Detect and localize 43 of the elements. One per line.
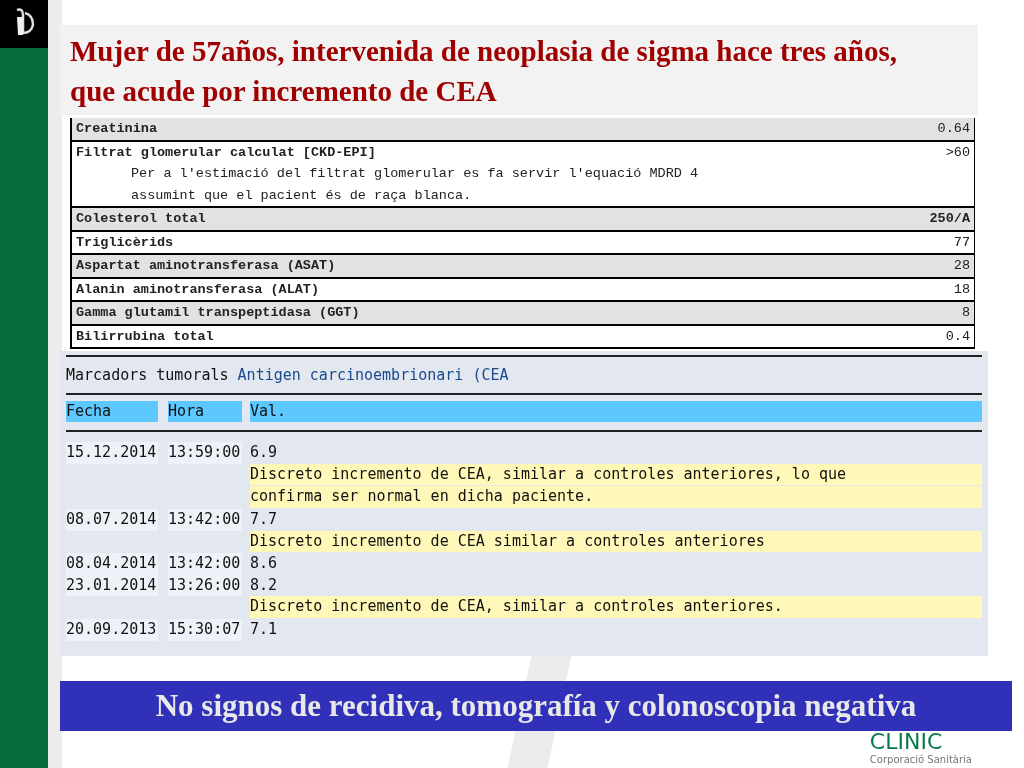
test-name: Gamma glutamil transpeptidasa (GGT) <box>76 304 360 322</box>
time-cell: 13:42:00 <box>168 508 242 531</box>
column-header: Hora <box>168 400 242 423</box>
test-value: 18 <box>953 280 970 299</box>
value-cell-text: 7.1 <box>250 618 278 640</box>
value-cell: 8.6 <box>250 553 278 575</box>
test-value: 8 <box>961 304 970 322</box>
time-cell: 13:59:00 <box>168 442 242 464</box>
slide-title: Mujer de 57años, intervenida de neoplasia de sigma hace tres años, que acude por incremento de CEA <box>60 25 978 115</box>
date-cell: 20.09.2013 <box>66 618 158 641</box>
value-cell-text: 7.7 <box>250 508 278 530</box>
date-cell: 08.07.2014 <box>66 508 158 531</box>
test-name: Filtrat glomerular calculat [CKD-EPI] <box>76 143 376 162</box>
date-cell: 23.01.2014 <box>66 574 158 597</box>
test-value: 0.4 <box>945 327 970 346</box>
value-cell-text: 8.2 <box>250 574 278 596</box>
test-name: Creatinina <box>76 120 157 138</box>
logo-subtitle: Corporació Sanitària <box>869 753 972 766</box>
test-value: 28 <box>953 257 970 275</box>
time-cell: 13:26:00 <box>168 574 242 597</box>
date-cell: 08.04.2014 <box>66 553 158 575</box>
test-note: Per a l'estimació del filtrat glomerular es fa servir l'equació MDRD 4 <box>130 165 700 183</box>
test-value: 0.64 <box>937 120 970 138</box>
logo-text: CLINIC <box>869 731 943 753</box>
value-cell: 6.9 <box>250 442 278 464</box>
time-cell: 15:30:07 <box>168 618 242 641</box>
column-header: Val. <box>250 400 982 423</box>
section-label: Marcadors tumorals <box>66 366 229 384</box>
test-name: Aspartat aminotransferasa (ASAT) <box>76 257 336 275</box>
test-value: 250/A <box>929 210 970 228</box>
logo-icon <box>0 0 48 48</box>
test-name: Alanin aminotransferasa (ALAT) <box>76 280 320 299</box>
test-name: Antigen carcinoembrionari (CEA <box>237 366 509 384</box>
conclusion-banner: No signos de recidiva, tomografía y colonoscopia negativa <box>60 681 1012 731</box>
column-header: Fecha <box>66 400 158 423</box>
test-name: Triglicèrids <box>76 233 174 252</box>
test-name: Bilirrubina total <box>76 327 214 346</box>
test-value: >60 <box>945 143 970 162</box>
time-cell: 13:42:00 <box>168 553 242 575</box>
test-name: Colesterol total <box>76 210 206 228</box>
date-cell: 15.12.2014 <box>66 442 158 464</box>
test-value: 77 <box>953 233 970 252</box>
test-note: assumint que el pacient és de raça blanca. <box>130 186 473 205</box>
